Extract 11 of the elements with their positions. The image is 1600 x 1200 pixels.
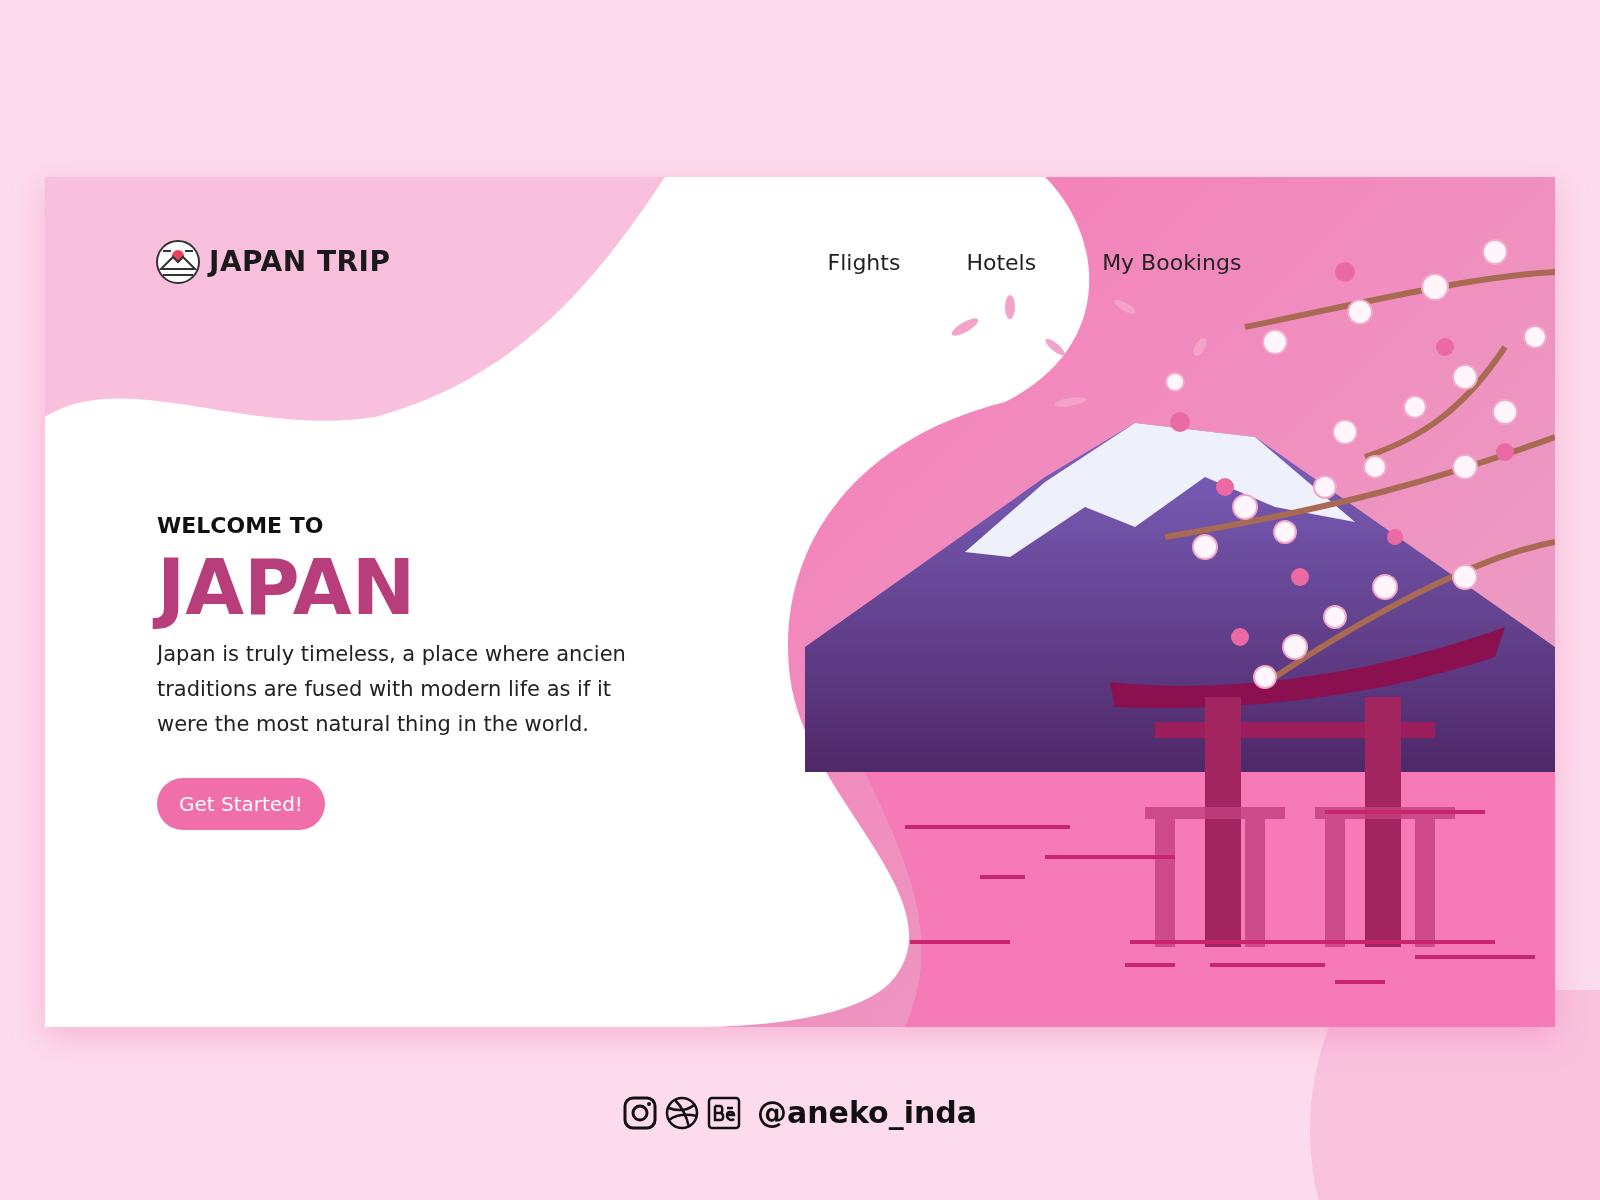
author-handle: @aneko_inda [756, 1094, 978, 1132]
ball-icon[interactable] [664, 1095, 699, 1130]
hero-title: JAPAN [153, 542, 420, 634]
nav-link[interactable]: Flights [827, 245, 901, 279]
camera-icon[interactable] [622, 1095, 657, 1130]
hero-eyebrow: WELCOME TO [157, 512, 325, 540]
mountain-sun-logo-icon [155, 239, 201, 285]
nav-link[interactable]: Hotels [966, 245, 1037, 279]
brand-name: JAPAN TRIP [209, 244, 391, 280]
square-logo-icon[interactable] [706, 1095, 741, 1130]
nav-link[interactable]: My Bookings [1102, 245, 1242, 279]
